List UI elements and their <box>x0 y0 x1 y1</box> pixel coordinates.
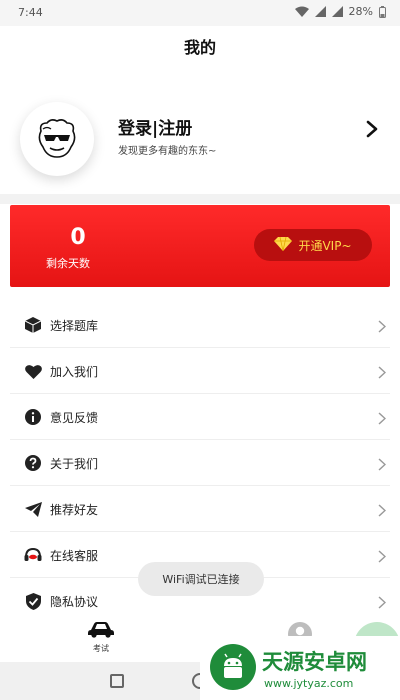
recents-icon[interactable] <box>110 674 124 688</box>
profile-subtitle: 发现更多有趣的东东~ <box>118 146 217 157</box>
open-vip-label: 开通VIP~ <box>298 238 352 253</box>
menu-item-feedback[interactable]: 意见反馈 <box>10 394 390 440</box>
status-time: 7:44 <box>18 6 43 19</box>
vip-banner: 0 剩余天数 开通VIP~ <box>10 205 390 287</box>
android-logo-icon <box>210 644 256 690</box>
battery-icon <box>379 5 386 18</box>
chevron-right-icon <box>378 410 387 429</box>
menu-item-label: 在线客服 <box>50 549 99 563</box>
menu-item-label: 加入我们 <box>50 365 99 379</box>
remaining-days-label: 剩余天数 <box>46 257 90 270</box>
login-register-link[interactable]: 登录|注册 <box>118 114 192 139</box>
wifi-icon <box>294 6 309 17</box>
watermark: 天源安卓网 www.jytyaz.com <box>200 636 400 700</box>
menu-item-label: 意见反馈 <box>50 411 99 425</box>
menu-item-label: 关于我们 <box>50 457 99 471</box>
menu-item-select-bank[interactable]: 选择题库 <box>10 302 390 348</box>
menu-item-label: 选择题库 <box>50 319 99 333</box>
chevron-right-icon <box>378 364 387 383</box>
info-icon <box>24 408 42 426</box>
open-vip-button[interactable]: 开通VIP~ <box>254 229 372 261</box>
help-icon <box>24 454 42 472</box>
avatar[interactable] <box>20 102 94 176</box>
diamond-icon <box>274 236 293 254</box>
page-title: 我的 <box>183 38 216 57</box>
send-icon <box>24 500 42 518</box>
signal-icon <box>314 6 326 17</box>
menu-item-about-us[interactable]: 关于我们 <box>10 440 390 486</box>
menu-item-label: 推荐好友 <box>50 503 99 517</box>
tab-exam[interactable]: 考试 <box>84 622 118 654</box>
chevron-right-icon <box>378 502 387 521</box>
battery-level: 28% <box>348 5 373 18</box>
chevron-right-icon <box>378 456 387 475</box>
chevron-right-icon <box>378 548 387 567</box>
tab-exam-label: 考试 <box>93 644 109 653</box>
status-bar: 7:44 28% <box>0 0 400 26</box>
car-icon <box>88 622 114 642</box>
status-icons: 28% <box>294 5 386 18</box>
signal-icon-2 <box>331 6 343 17</box>
menu-item-join-us[interactable]: 加入我们 <box>10 348 390 394</box>
headset-icon <box>24 546 42 564</box>
wifi-debug-toast: WiFi调试已连接 <box>138 562 264 596</box>
chevron-right-icon <box>378 594 387 613</box>
section-divider <box>0 194 400 204</box>
heart-icon <box>24 362 42 380</box>
chevron-right-icon <box>378 318 387 337</box>
watermark-title: 天源安卓网 <box>262 650 367 674</box>
chevron-right-icon[interactable] <box>366 120 378 142</box>
meme-face-icon <box>38 119 76 158</box>
menu-item-label: 隐私协议 <box>50 595 99 609</box>
menu-item-recommend-friends[interactable]: 推荐好友 <box>10 486 390 532</box>
remaining-days-value: 0 <box>70 225 86 250</box>
profile-section[interactable]: 登录|注册 发现更多有趣的东东~ <box>0 88 400 178</box>
watermark-url: www.jytyaz.com <box>264 677 354 690</box>
shield-check-icon <box>24 592 42 610</box>
cube-icon <box>24 316 42 334</box>
